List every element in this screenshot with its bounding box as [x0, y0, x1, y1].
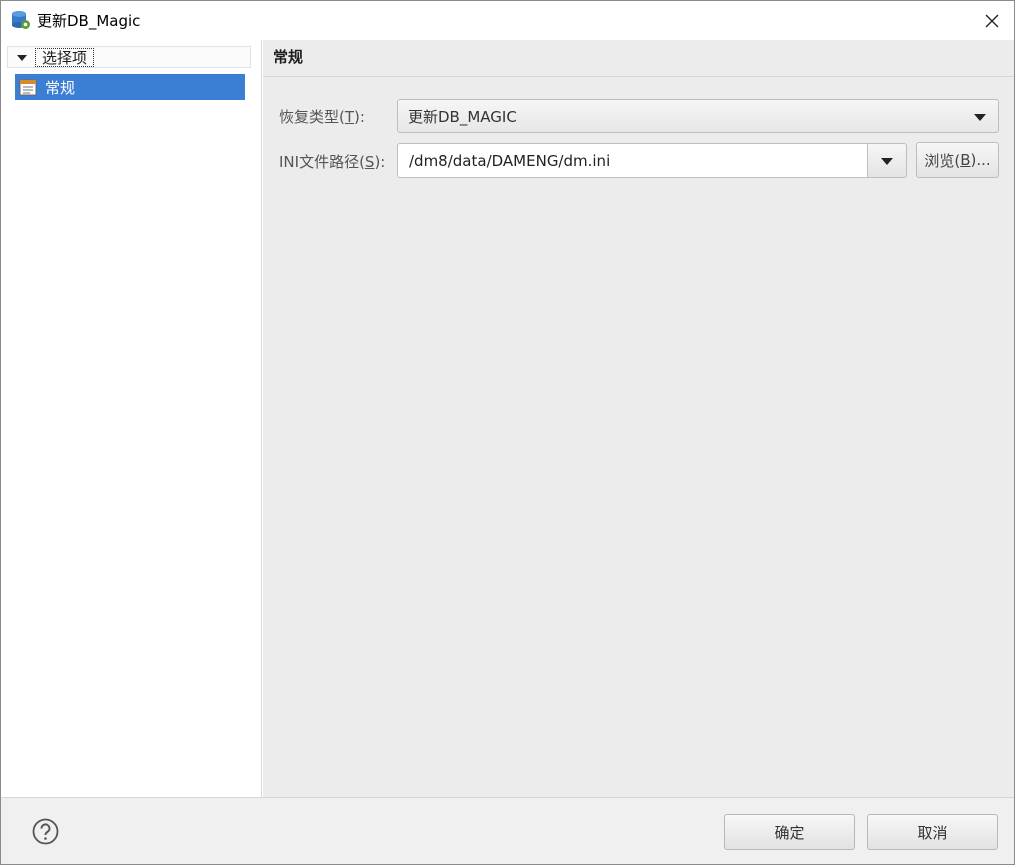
properties-page-icon [19, 79, 37, 96]
page-title: 常规 [273, 48, 304, 66]
tree-root[interactable]: 选择项 [7, 46, 251, 68]
restore-type-label-suffix: ): [354, 108, 365, 126]
browse-button[interactable]: 浏览(B)... [916, 142, 999, 178]
restore-type-value: 更新DB_MAGIC [408, 108, 517, 126]
button-bar: 确定 取消 [1, 797, 1014, 864]
close-button[interactable] [970, 1, 1014, 40]
ini-path-label-text: INI文件路径( [279, 153, 365, 171]
ini-path-history-button[interactable] [867, 143, 907, 178]
restore-type-select[interactable]: 更新DB_MAGIC [397, 99, 999, 133]
restore-type-mnemonic: T [344, 108, 355, 126]
help-icon[interactable] [32, 818, 59, 845]
page-header: 常规 [263, 40, 1014, 77]
tree-root-label[interactable]: 选择项 [35, 48, 95, 67]
title-bar: 更新DB_Magic [1, 1, 1014, 40]
ok-button[interactable]: 确定 [724, 814, 855, 850]
cancel-button[interactable]: 取消 [867, 814, 998, 850]
options-tree: 选择项 常规 [1, 40, 262, 797]
ini-path-label-suffix: ): [374, 153, 386, 171]
restore-type-label: 恢复类型(T): [279, 106, 365, 127]
database-gear-icon [12, 11, 30, 29]
restore-type-label-text: 恢复类型( [279, 108, 345, 126]
browse-label-suffix: )... [970, 151, 991, 169]
window-title: 更新DB_Magic [37, 12, 141, 30]
ini-path-field[interactable] [397, 143, 868, 178]
chevron-down-icon [974, 114, 986, 121]
tree-item-label: 常规 [45, 79, 76, 97]
ini-path-input[interactable] [398, 144, 867, 177]
chevron-down-icon [881, 158, 893, 165]
dialog-window: 更新DB_Magic 选择项 常规 常规 恢复类型(T): 更新DB_MAGIC… [0, 0, 1015, 865]
ini-path-label: INI文件路径(S): [279, 151, 385, 172]
close-icon [985, 14, 999, 27]
browse-mnemonic: B [960, 151, 971, 169]
browse-label-text: 浏览( [924, 151, 961, 170]
collapse-arrow-icon[interactable] [17, 55, 27, 61]
tree-item-general[interactable]: 常规 [15, 74, 245, 100]
settings-page: 常规 恢复类型(T): 更新DB_MAGIC INI文件路径(S): 浏览(B)… [263, 40, 1014, 797]
